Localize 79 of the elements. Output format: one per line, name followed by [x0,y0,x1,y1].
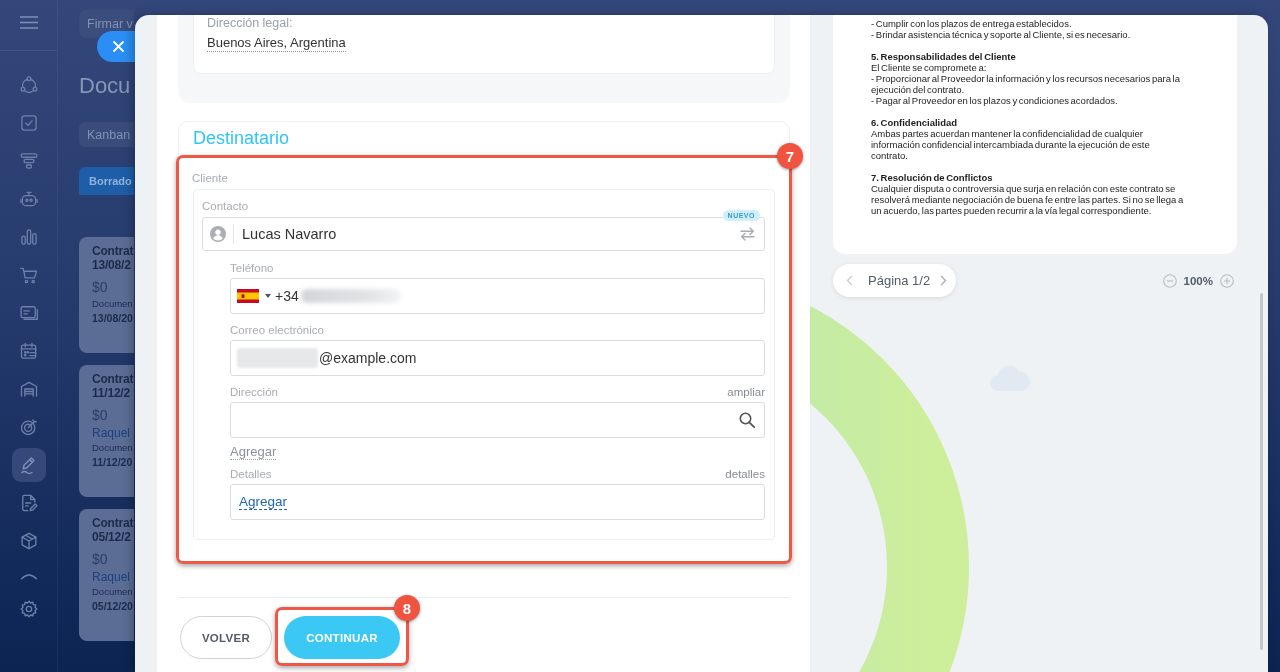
card-title: Contrat [92,244,134,258]
card-doc-label: Documen [92,298,134,310]
document-text: - Cumplir con los plazos de entrega establecidos. [871,18,1073,29]
document-text: - Brindar asistencia técnica y soporte al Cliente, si es necesario. [871,29,1132,40]
contact-field[interactable]: Lucas Navarro [202,217,765,251]
page-title: Docu [79,73,132,99]
robot-icon [18,189,39,209]
details-link[interactable]: detalles [725,467,765,481]
garage-icon [18,379,39,399]
email-value: @example.com [319,350,417,366]
back-button[interactable]: VOLVER [180,616,272,659]
phone-field[interactable]: +34 [230,278,765,314]
field-label: Detalles [230,467,272,481]
calendar-icon [18,341,39,361]
swap-icon[interactable] [740,227,755,241]
target-icon [18,417,39,437]
chevron-left-icon[interactable] [846,275,853,286]
document-heading: 6. Confidencialidad [871,117,959,128]
card-doc-date: 13/08/20 [92,311,134,325]
card-person[interactable]: Raquel [92,570,134,584]
card-doc-date: 11/12/20 [92,455,134,469]
nodes-icon [18,75,39,95]
cart-icon [18,265,39,285]
search-icon[interactable] [739,412,755,428]
bar-chart-icon [18,227,39,247]
field-label: Correo electrónico [230,323,324,337]
contact-value: Lucas Navarro [242,226,338,242]
card-doc-label: Documen [92,586,134,598]
document-text: Cualquier disputa o controversia que surja en relación con este contrato se resolverá mediante negociación de buena fe entre las partes. Si no se llega a un acuerdo, las partes pueden recurrir a la vía legal correspondiente. [871,183,1185,216]
card-date: 11/12/2 [92,386,131,400]
funnel-icon [18,151,39,171]
menu-icon[interactable] [19,15,38,29]
zoom-in-icon[interactable] [1220,273,1234,288]
email-field[interactable]: @example.com [230,340,765,376]
phone-code: +34 [275,288,299,304]
card-title: Contrat [92,516,134,530]
document-text: - Pagar al Proveedor en los plazos y condiciones acordados. [871,95,1119,106]
card-icon [18,303,39,323]
page-indicator: Página 1/2 [868,273,931,288]
chevron-right-icon[interactable] [940,275,948,286]
document-text: - Proporcionar al Proveedor la información y los recursos necesarios para la ejecución del contrato. [871,73,1181,95]
field-label: Cliente [192,171,229,185]
address-field[interactable] [230,402,765,438]
document-text: El Cliente se compromete a: [871,62,988,73]
column-header: Borrado [79,167,134,195]
document-heading: 7. Resolución de Conflictos [871,172,994,183]
field-label: Dirección legal: [207,15,294,31]
card-title: Contrat [92,372,134,386]
close-icon [112,41,124,52]
legal-address-value: Buenos Aires, Argentina [207,35,346,52]
add-link[interactable]: Agregar [239,494,288,510]
expand-link[interactable]: ampliar [727,385,765,399]
continue-button[interactable]: CONTINUAR [284,616,400,659]
card-date: 05/12/2 [92,530,132,544]
view-dropdown[interactable]: Kanban [79,122,134,147]
document-heading: 5. Responsabilidades del Cliente [871,51,1017,62]
field-label: Contacto [202,199,250,213]
checkbox-icon [18,113,39,133]
settings-icon [18,599,39,619]
details-field[interactable]: Agregar [230,484,765,520]
caret-icon[interactable] [265,294,271,298]
document-text: Ambas partes acuerdan mantener la confidencialidad de cualquier información confidencial intercambiada durante la ejecución de este contrato. [871,128,1151,161]
field-label: Teléfono [230,261,274,275]
card-date: 13/08/2 [92,258,132,272]
zoom-out-icon[interactable] [1162,273,1177,288]
flag-icon[interactable] [237,289,259,303]
step-badge: 7 [777,143,803,169]
close-button[interactable] [97,31,135,62]
section-title: Destinatario [192,127,291,149]
add-link[interactable]: Agregar [230,445,277,460]
field-label: Dirección [230,385,278,399]
card-doc-date: 05/12/20 [92,599,134,613]
sidebar-button[interactable] [11,448,46,482]
zoom-level: 100% [1183,274,1213,287]
card-doc-label: Documen [92,442,134,454]
scrollbar[interactable] [1260,293,1263,650]
avatar-icon [210,226,226,242]
card-person[interactable]: Raquel [92,426,134,440]
step-badge: 8 [394,595,420,621]
